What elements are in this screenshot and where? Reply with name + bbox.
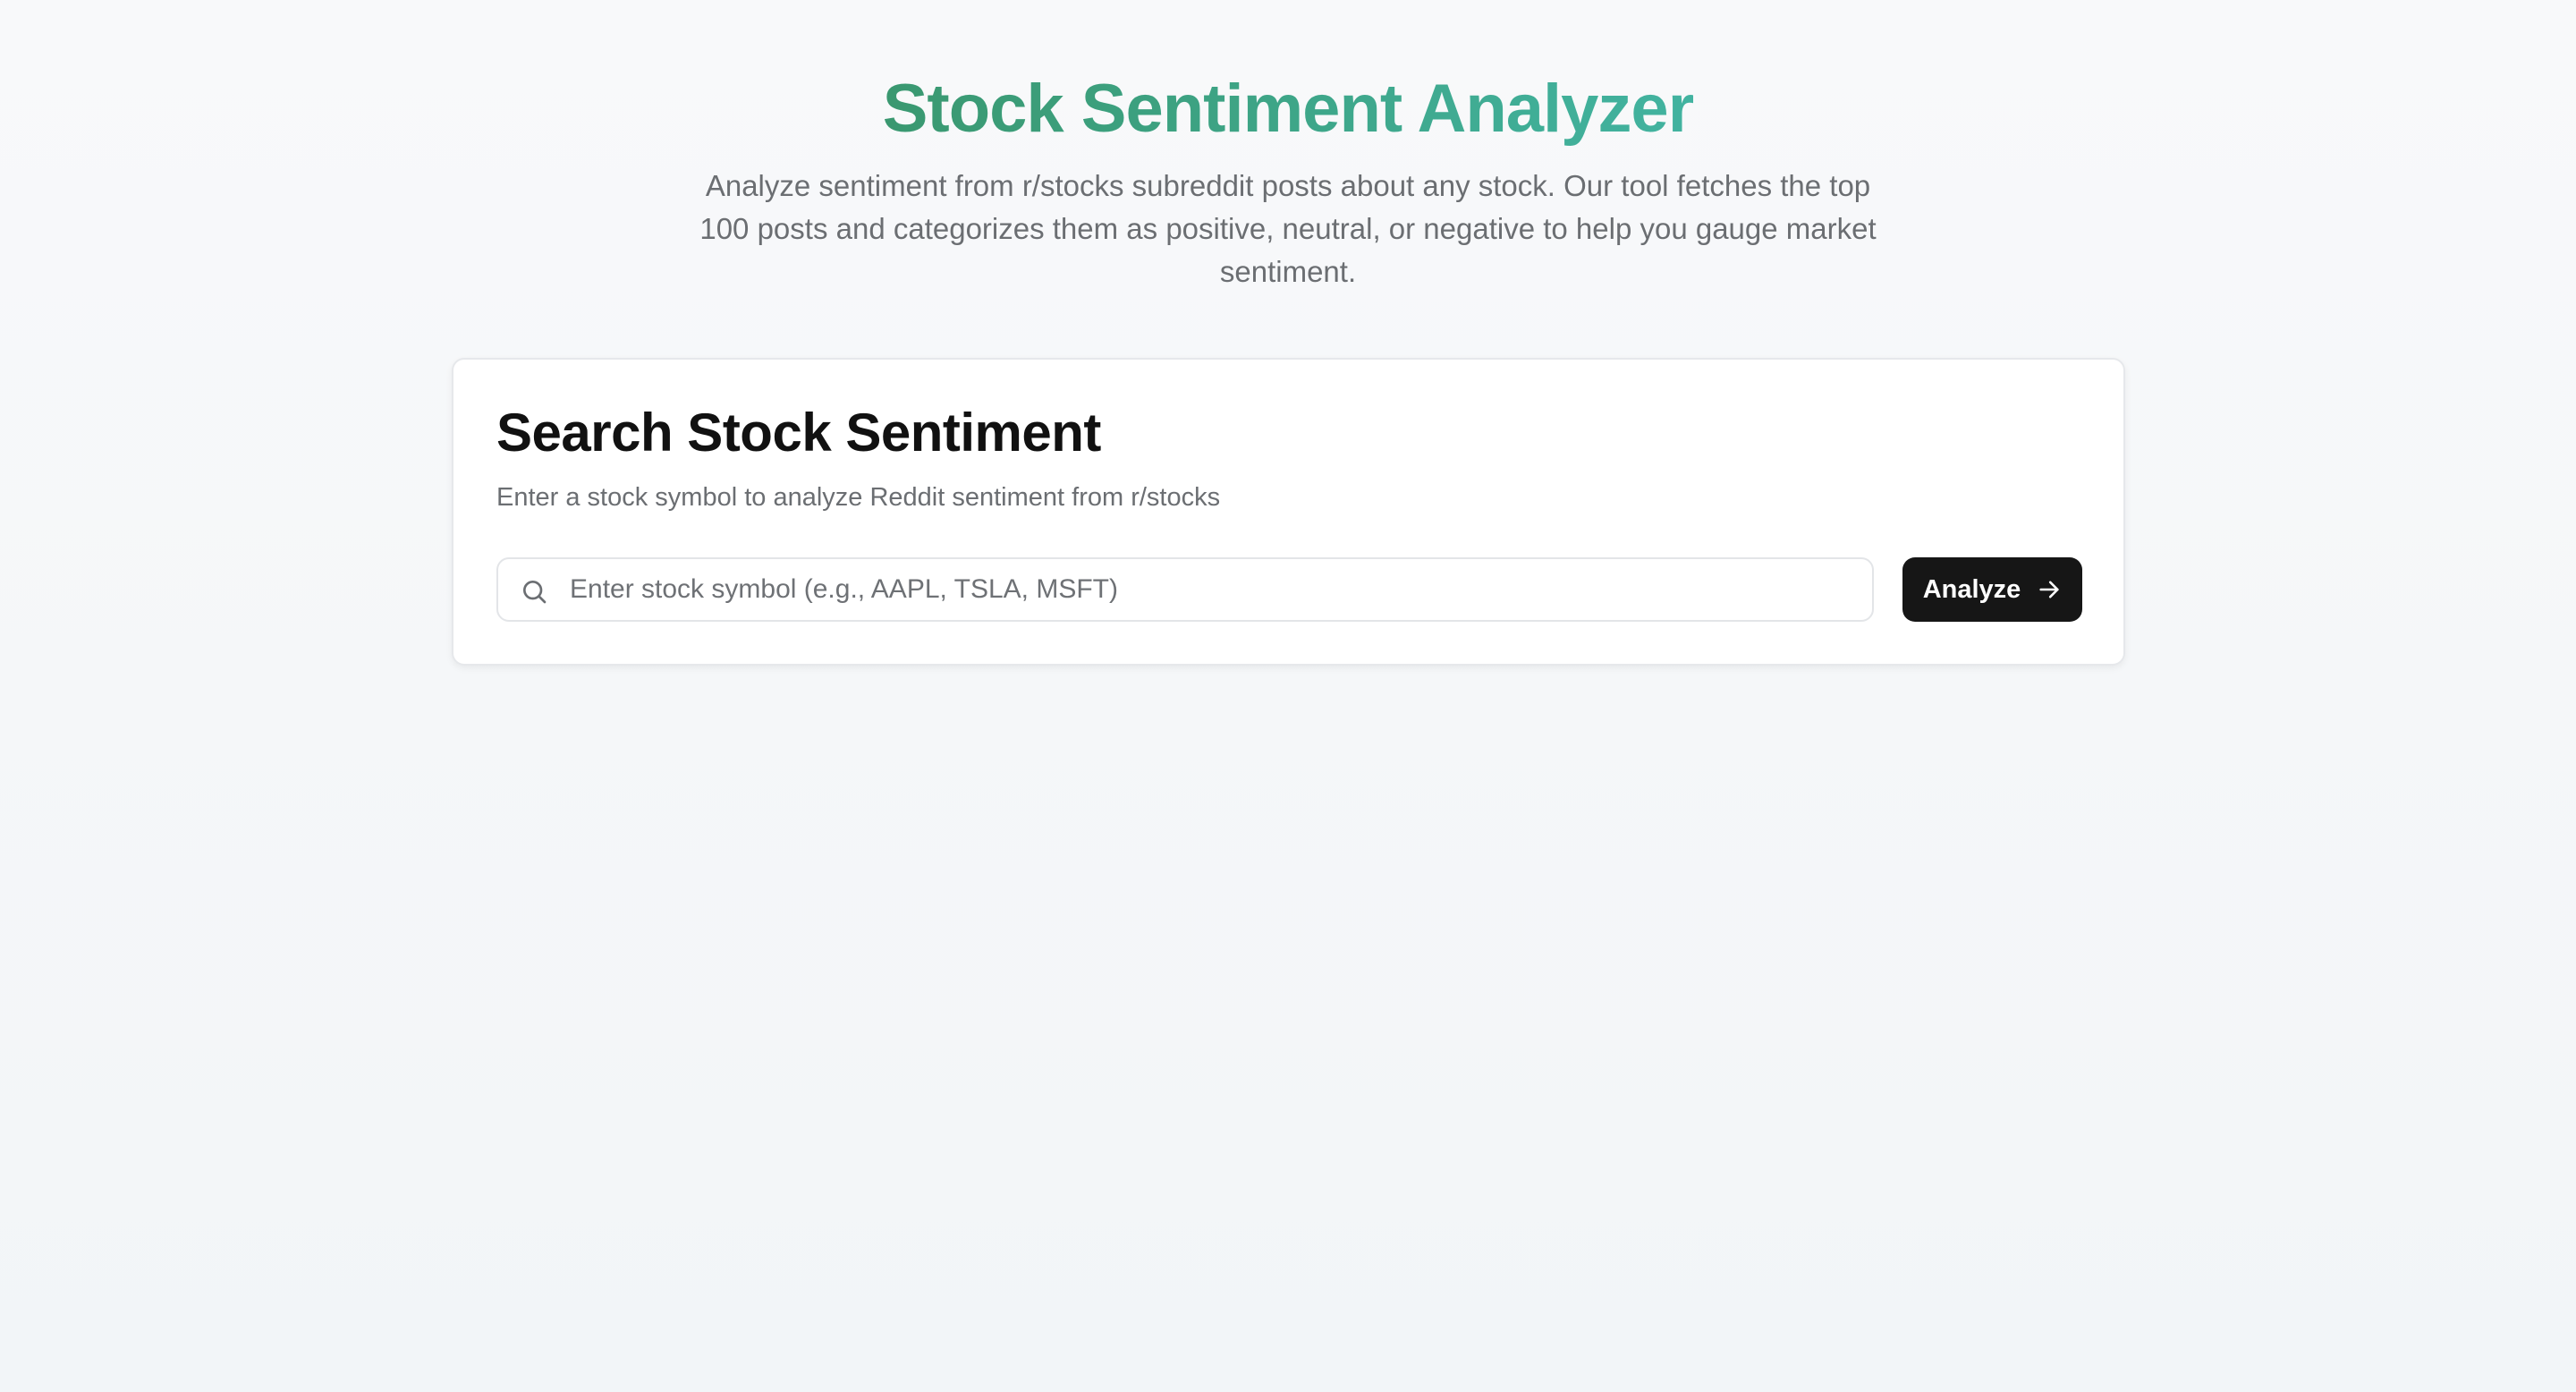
search-card-description: Enter a stock symbol to analyze Reddit s… xyxy=(496,483,1221,512)
analyze-button-label: Analyze xyxy=(1922,574,2021,604)
search-card: Search Stock Sentiment Enter a stock sym… xyxy=(452,358,2125,666)
analyze-button[interactable]: Analyze xyxy=(1902,557,2082,622)
search-icon xyxy=(520,577,548,606)
search-card-title: Search Stock Sentiment xyxy=(496,403,1101,463)
arrow-right-icon xyxy=(2037,577,2062,602)
page-title: Stock Sentiment Analyzer xyxy=(883,64,1695,154)
page-subtitle: Analyze sentiment from r/stocks subreddi… xyxy=(699,169,1877,288)
stock-symbol-field[interactable] xyxy=(496,557,1874,622)
app-page: Stock Sentiment Analyzer Analyze sentime… xyxy=(0,0,2576,1392)
stock-symbol-input[interactable] xyxy=(570,559,1858,620)
page-header: Stock Sentiment Analyzer Analyze sentime… xyxy=(0,64,2576,293)
